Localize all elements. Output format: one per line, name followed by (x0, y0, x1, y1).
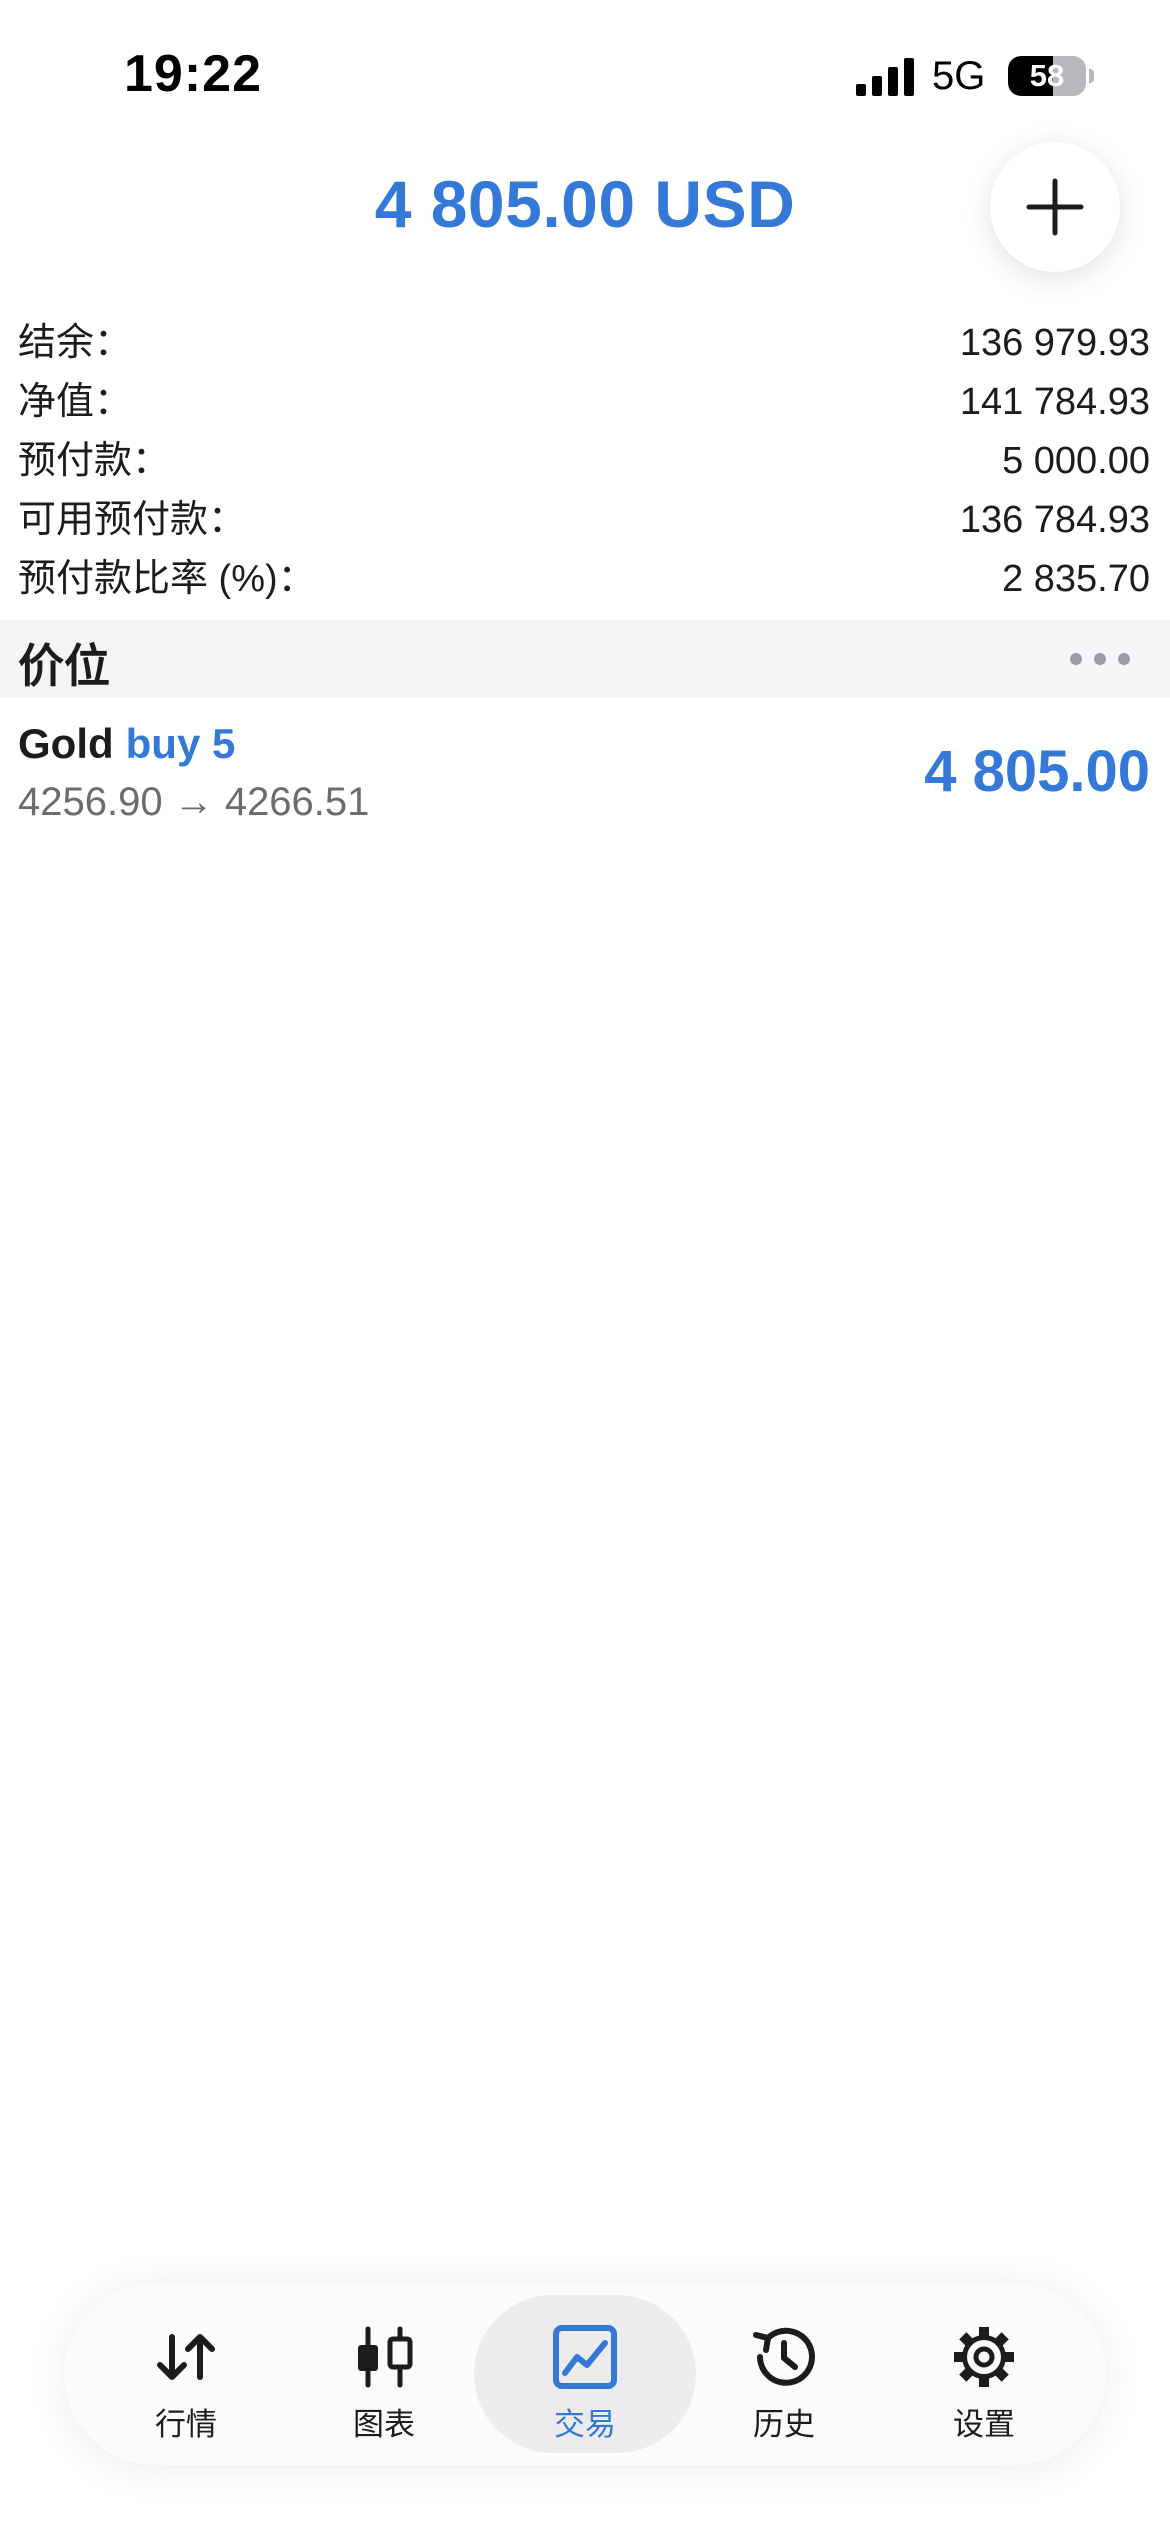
equity-value: 141 784.93 (959, 381, 1150, 423)
summary-row-equity: 净值： 141 784.93 (0, 373, 1170, 432)
margin-label: 预付款： (18, 440, 171, 482)
summary-row-margin-level: 预付款比率 (%)： 2 835.70 (0, 550, 1170, 609)
summary-row-margin: 预付款： 5 000.00 (0, 432, 1170, 491)
position-row[interactable]: Gold buy 5 4256.90 → 4266.51 4 805.00 (0, 710, 1170, 840)
tab-chart-label: 图表 (353, 2407, 415, 2442)
position-side: buy 5 (125, 720, 236, 767)
tab-history-label: 历史 (753, 2407, 815, 2442)
position-prices: 4256.90 → 4266.51 (18, 780, 370, 824)
plus-icon (1026, 178, 1084, 236)
history-clock-icon (753, 2327, 815, 2386)
tab-settings[interactable]: 设置 (884, 2283, 1084, 2465)
margin-level-label: 预付款比率 (%)： (18, 558, 316, 600)
summary-row-balance: 结余： 136 979.93 (0, 314, 1170, 373)
balance-value: 136 979.93 (959, 322, 1150, 364)
gear-icon (954, 2327, 1014, 2387)
margin-value: 5 000.00 (1002, 440, 1150, 482)
trade-screen: 19:22 5G 58 4 805.00 USD 结余： 136 979.93 … (0, 0, 1170, 2532)
margin-level-value: 2 835.70 (1002, 558, 1150, 600)
tab-history[interactable]: 历史 (684, 2283, 884, 2465)
battery-cap (1089, 69, 1094, 83)
tab-quotes[interactable]: 行情 (86, 2283, 286, 2465)
position-title: Gold buy 5 (18, 720, 235, 768)
summary-row-free-margin: 可用预付款： 136 784.93 (0, 491, 1170, 550)
tab-bar: 行情 图表 交易 历史 设置 (64, 2283, 1106, 2465)
equity-label: 净值： (18, 381, 133, 423)
status-bar: 19:22 5G 58 (0, 0, 1170, 150)
tab-quotes-label: 行情 (155, 2407, 217, 2442)
quotes-arrows-icon (157, 2334, 215, 2380)
tab-trade[interactable]: 交易 (485, 2283, 685, 2465)
tab-settings-label: 设置 (953, 2407, 1015, 2442)
status-time: 19:22 (124, 45, 262, 103)
tab-chart[interactable]: 图表 (284, 2283, 484, 2465)
more-options-icon[interactable] (1068, 650, 1132, 668)
position-symbol: Gold (18, 720, 114, 767)
trade-chart-icon (553, 2325, 617, 2389)
battery-level: 58 (1029, 58, 1065, 93)
network-type: 5G (932, 54, 986, 98)
cellular-signal-icon (856, 58, 914, 96)
battery-icon: 58 (1008, 56, 1086, 96)
balance-label: 结余： (18, 322, 133, 364)
free-margin-label: 可用预付款： (18, 499, 247, 541)
account-summary: 结余： 136 979.93 净值： 141 784.93 预付款： 5 000… (0, 314, 1170, 609)
position-profit: 4 805.00 (924, 739, 1150, 804)
positions-section-header: 价位 (0, 620, 1170, 698)
new-order-button[interactable] (990, 142, 1120, 272)
tab-trade-label: 交易 (554, 2407, 616, 2442)
free-margin-value: 136 784.93 (959, 499, 1150, 541)
candlestick-chart-icon (358, 2326, 413, 2388)
positions-title: 价位 (18, 640, 110, 692)
